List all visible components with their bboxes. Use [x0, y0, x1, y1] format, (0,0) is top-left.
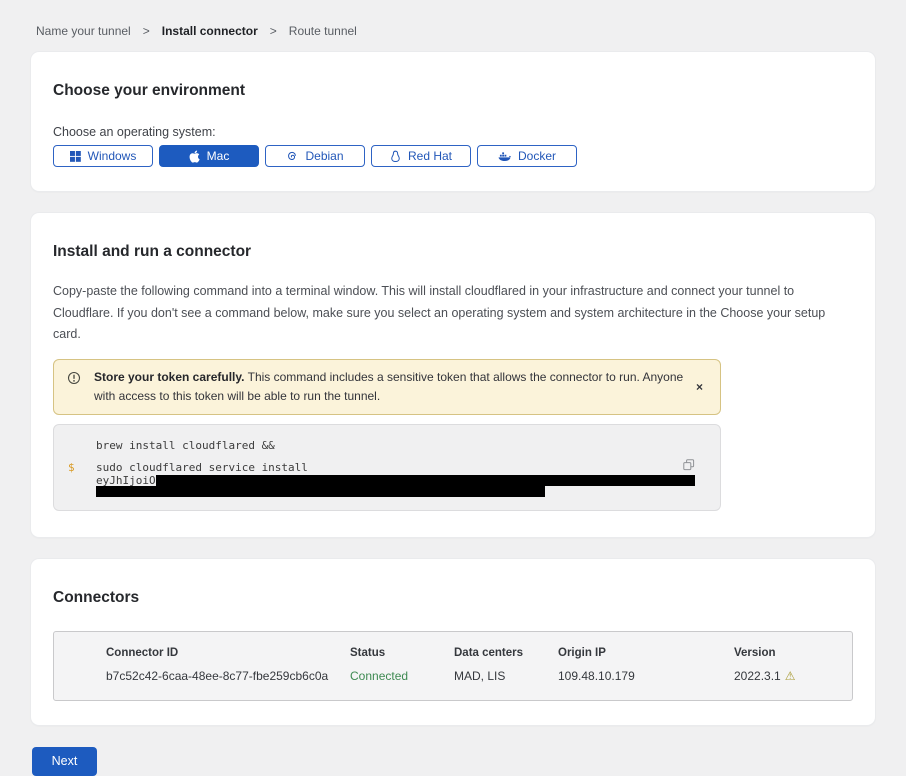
- breadcrumb-step-route-tunnel[interactable]: Route tunnel: [289, 24, 357, 38]
- connectors-table: Connector ID Status Data centers Origin …: [53, 631, 853, 701]
- os-button-label: Windows: [88, 149, 137, 163]
- breadcrumb: Name your tunnel > Install connector > R…: [31, 0, 875, 52]
- table-row: b7c52c42-6caa-48ee-8c77-fbe259cb6c0a Con…: [54, 669, 852, 683]
- os-button-mac[interactable]: Mac: [159, 145, 259, 167]
- install-connector-card: Install and run a connector Copy-paste t…: [31, 213, 875, 537]
- cell-version: 2022.3.1 ⚠: [734, 669, 840, 683]
- card-title: Connectors: [53, 589, 853, 607]
- tunnel-setup-page: Name your tunnel > Install connector > R…: [0, 0, 906, 776]
- install-command-block: brew install cloudflared && $ sudo cloud…: [53, 424, 721, 511]
- redhat-icon: [390, 150, 401, 163]
- os-button-label: Red Hat: [408, 149, 452, 163]
- card-title: Install and run a connector: [53, 243, 853, 261]
- apple-icon: [189, 150, 200, 163]
- token-warning-banner: Store your token carefully. This command…: [53, 359, 721, 415]
- os-select-label: Choose an operating system:: [53, 125, 853, 139]
- token-line-1: eyJhIjoiO: [96, 475, 680, 486]
- status-badge: Connected: [350, 669, 454, 683]
- os-button-debian[interactable]: Debian: [265, 145, 365, 167]
- info-icon: [67, 371, 81, 391]
- os-button-docker[interactable]: Docker: [477, 145, 577, 167]
- shell-prompt: $: [68, 461, 96, 475]
- redacted-token-bar: [156, 475, 695, 486]
- connectors-card: Connectors Connector ID Status Data cent…: [31, 559, 875, 725]
- debian-icon: [286, 150, 298, 162]
- command-line-2-text: sudo cloudflared service install: [96, 461, 308, 475]
- install-description: Copy-paste the following command into a …: [53, 281, 853, 346]
- docker-icon: [498, 151, 511, 162]
- os-button-label: Debian: [305, 149, 343, 163]
- command-line-2: $ sudo cloudflared service install: [68, 461, 680, 475]
- version-value: 2022.3.1: [734, 669, 781, 683]
- table-header-origin-ip: Origin IP: [558, 647, 734, 659]
- table-header-row: Connector ID Status Data centers Origin …: [54, 647, 852, 659]
- cell-connector-id: b7c52c42-6caa-48ee-8c77-fbe259cb6c0a: [106, 669, 350, 683]
- next-button[interactable]: Next: [32, 747, 97, 776]
- card-title: Choose your environment: [53, 82, 853, 100]
- breadcrumb-separator: >: [270, 24, 277, 38]
- breadcrumb-step-name-your-tunnel[interactable]: Name your tunnel: [36, 24, 131, 38]
- os-button-group: Windows Mac Debian Red Hat: [53, 145, 853, 167]
- breadcrumb-separator: >: [143, 24, 150, 38]
- table-header-data-centers: Data centers: [454, 647, 558, 659]
- table-header-version: Version: [734, 647, 840, 659]
- close-icon[interactable]: ×: [692, 378, 707, 396]
- windows-icon: [70, 151, 81, 162]
- choose-environment-card: Choose your environment Choose an operat…: [31, 52, 875, 191]
- banner-text: Store your token carefully. This command…: [94, 370, 683, 403]
- os-button-label: Docker: [518, 149, 556, 163]
- table-header-connector-id: Connector ID: [106, 647, 350, 659]
- banner-text-bold: Store your token carefully.: [94, 370, 245, 384]
- cell-data-centers: MAD, LIS: [454, 669, 558, 683]
- version-warning-icon: ⚠: [785, 669, 796, 683]
- redacted-token-bar: [96, 486, 545, 497]
- os-button-label: Mac: [207, 149, 230, 163]
- os-button-redhat[interactable]: Red Hat: [371, 145, 471, 167]
- command-line-1: brew install cloudflared &&: [96, 439, 680, 453]
- table-header-status: Status: [350, 647, 454, 659]
- os-button-windows[interactable]: Windows: [53, 145, 153, 167]
- token-line-2: [96, 486, 680, 497]
- cell-origin-ip: 109.48.10.179: [558, 669, 734, 683]
- breadcrumb-step-install-connector[interactable]: Install connector: [162, 24, 258, 38]
- copy-icon[interactable]: [681, 457, 697, 476]
